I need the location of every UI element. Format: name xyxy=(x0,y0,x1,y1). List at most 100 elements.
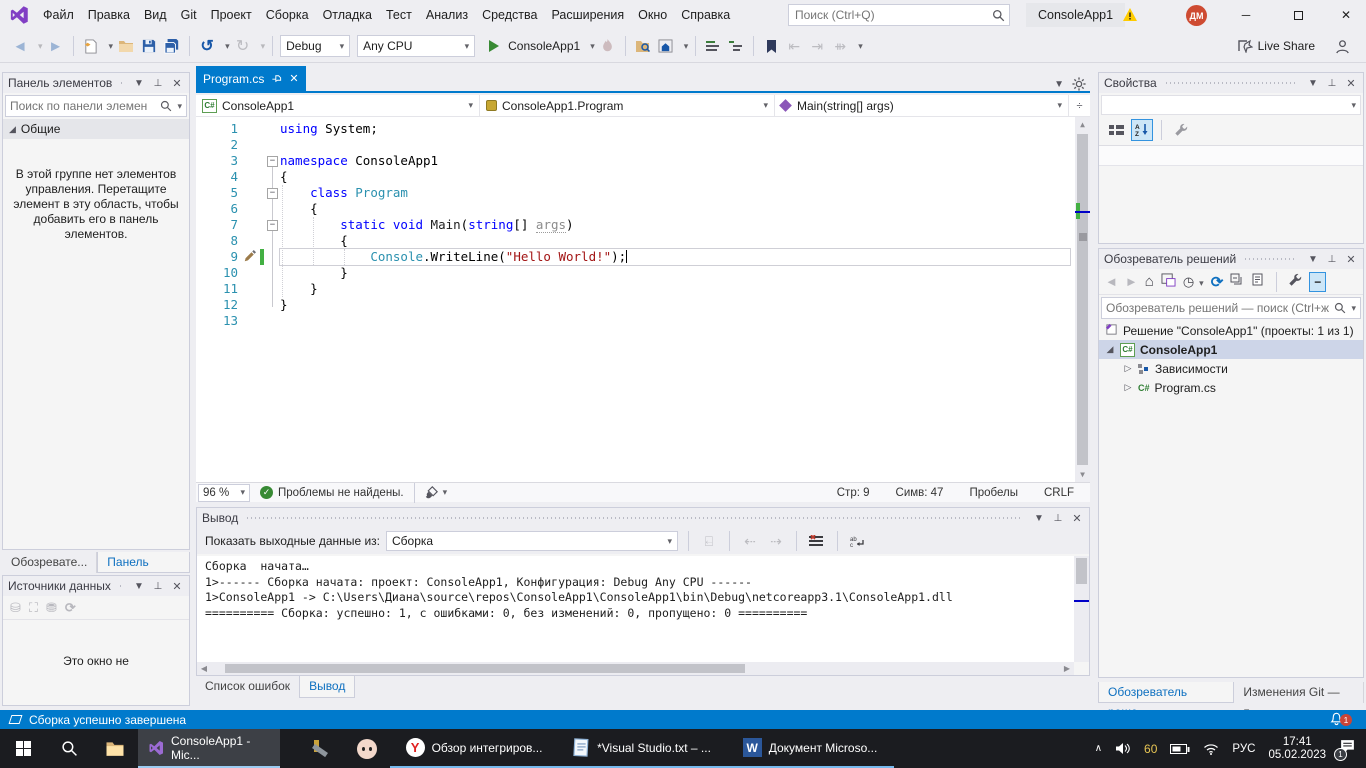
tab-output[interactable]: Вывод xyxy=(299,676,355,698)
menu-window[interactable]: Окно xyxy=(631,0,674,30)
pin-icon[interactable]: ⊥ xyxy=(1325,78,1339,89)
editor-vertical-scrollbar[interactable]: ▲ ▼ xyxy=(1075,117,1090,482)
code-line[interactable]: namespace ConsoleApp1 xyxy=(280,153,1070,169)
previous-bookmark-icon[interactable]: ⇤ xyxy=(784,35,804,57)
add-data-source-icon[interactable]: ⛁ xyxy=(10,600,21,616)
code-line[interactable]: { xyxy=(280,201,1070,217)
window-position-chevron-icon[interactable]: ▼ xyxy=(1306,78,1320,89)
taskbar-app-word[interactable]: W Документ Microso... xyxy=(726,729,894,768)
output-text[interactable]: Сборка начата…1>------ Сборка начата: пр… xyxy=(197,556,1074,662)
word-wrap-icon[interactable]: abc xyxy=(848,530,868,552)
menu-help[interactable]: Справка xyxy=(674,0,737,30)
feedback-person-icon[interactable] xyxy=(1332,35,1352,57)
menu-debug[interactable]: Отладка xyxy=(316,0,379,30)
panel-grip[interactable] xyxy=(247,516,1023,521)
scroll-right-icon[interactable]: ▶ xyxy=(1060,664,1074,673)
window-position-chevron-icon[interactable]: ▼ xyxy=(1032,513,1046,524)
new-project-icon[interactable] xyxy=(81,35,101,57)
collapse-region-icon[interactable]: − xyxy=(267,188,278,199)
property-pages-wrench-icon[interactable] xyxy=(1170,119,1192,141)
clock[interactable]: 17:41 05.02.2023 xyxy=(1268,736,1326,762)
solution-search[interactable]: ▾ xyxy=(1101,297,1361,319)
collapse-region-icon[interactable]: − xyxy=(267,220,278,231)
close-icon[interactable]: ✕ xyxy=(170,580,184,593)
menu-build[interactable]: Сборка xyxy=(259,0,316,30)
expander-expanded-icon[interactable]: ◢ xyxy=(1105,344,1115,355)
output-vertical-scrollbar[interactable] xyxy=(1074,556,1089,662)
pin-icon[interactable]: ⊥ xyxy=(1051,513,1065,524)
clear-bookmarks-icon[interactable]: ⇻ xyxy=(830,35,850,57)
code-line[interactable] xyxy=(280,313,1070,329)
scroll-down-icon[interactable]: ▼ xyxy=(1075,467,1090,482)
window-position-chevron-icon[interactable]: ▼ xyxy=(132,78,146,89)
scroll-up-icon[interactable]: ▲ xyxy=(1075,117,1090,132)
live-share-button[interactable]: Live Share xyxy=(1237,39,1329,53)
tab-server-explorer[interactable]: Обозревате... xyxy=(2,552,97,573)
switch-views-icon[interactable] xyxy=(1161,273,1176,290)
close-icon[interactable]: ✕ xyxy=(170,77,184,90)
code-line[interactable]: { xyxy=(280,169,1070,185)
forward-icon[interactable]: ► xyxy=(1125,274,1138,289)
alphabetical-sort-icon[interactable]: AZ xyxy=(1131,119,1153,141)
tree-item-solution[interactable]: Решение "ConsoleApp1" (проекты: 1 из 1) xyxy=(1099,321,1363,340)
expander-collapsed-icon[interactable]: ▷ xyxy=(1123,382,1133,393)
code-line[interactable]: } xyxy=(280,297,1070,313)
status-char[interactable]: Симв: 47 xyxy=(896,487,944,499)
code-editor[interactable]: 12345678910111213 − − − using System;nam… xyxy=(196,117,1090,482)
code-line[interactable]: } xyxy=(280,265,1070,281)
hot-reload-icon[interactable] xyxy=(598,35,618,57)
nav-project-dropdown[interactable]: C# ConsoleApp1▾ xyxy=(196,95,480,116)
output-source-combo[interactable]: Сборка▾ xyxy=(386,531,678,551)
tree-item-project-consoleapp1[interactable]: ◢ C# ConsoleApp1 xyxy=(1099,340,1363,359)
properties-wrench-icon[interactable] xyxy=(1288,273,1302,290)
code-line[interactable] xyxy=(280,137,1070,153)
code-line[interactable]: static void Main(string[] args) xyxy=(280,217,1070,233)
pin-icon[interactable]: ⊥ xyxy=(1325,254,1339,265)
window-position-chevron-icon[interactable]: ▼ xyxy=(1306,254,1320,265)
menu-extensions[interactable]: Расширения xyxy=(544,0,631,30)
edit-dataset-icon[interactable]: ⛃ xyxy=(46,600,57,616)
battery-icon[interactable] xyxy=(1170,743,1190,755)
battery-percent-indicator[interactable]: 60 xyxy=(1144,742,1157,756)
taskbar-app-notepad[interactable]: *Visual Studio.txt – ... xyxy=(558,729,726,768)
tab-solution-explorer[interactable]: Обозреватель реше... xyxy=(1098,682,1234,703)
problems-label[interactable]: Проблемы не найдены. xyxy=(278,487,404,499)
toolbox-search-input[interactable] xyxy=(10,99,160,113)
taskbar-app-visual-studio[interactable]: ConsoleApp1 - Mic... xyxy=(138,729,280,768)
pin-icon[interactable] xyxy=(271,73,282,84)
active-files-chevron-icon[interactable]: ▼ xyxy=(1054,79,1064,90)
close-icon[interactable]: ✕ xyxy=(289,72,298,85)
save-all-icon[interactable] xyxy=(162,35,182,57)
volume-icon[interactable] xyxy=(1115,742,1131,755)
minimize-button[interactable]: ─ xyxy=(1226,0,1266,30)
output-horizontal-scrollbar[interactable]: ◀ ▶ xyxy=(197,662,1074,675)
navigate-home-icon[interactable] xyxy=(656,35,676,57)
settings-gear-icon[interactable] xyxy=(1072,77,1086,91)
close-button[interactable]: ✕ xyxy=(1326,0,1366,30)
pin-icon[interactable]: ⊥ xyxy=(151,78,165,89)
tab-git-changes[interactable]: Изменения Git — п... xyxy=(1234,682,1364,703)
pending-changes-filter-icon[interactable]: ◷▾ xyxy=(1183,274,1204,290)
menu-git[interactable]: Git xyxy=(174,0,204,30)
categorized-icon[interactable] xyxy=(1105,119,1127,141)
navigate-forward-icon[interactable]: ► xyxy=(46,35,66,57)
pin-icon[interactable]: ⊥ xyxy=(151,581,165,592)
solution-configuration-combo[interactable]: Debug▾ xyxy=(280,35,350,57)
tab-program-cs[interactable]: Program.cs ✕ xyxy=(196,66,306,91)
panel-grip[interactable] xyxy=(1245,257,1297,262)
refresh-icon[interactable]: ⟳ xyxy=(65,600,76,616)
goto-message-icon[interactable]: ⍇ xyxy=(699,530,719,552)
quick-launch-input[interactable] xyxy=(795,8,992,22)
code-line[interactable]: Console.WriteLine("Hello World!"); xyxy=(280,249,1070,265)
code-cleanup-brush-icon[interactable] xyxy=(425,486,438,499)
properties-object-combo[interactable]: ▾ xyxy=(1101,95,1361,115)
menu-project[interactable]: Проект xyxy=(204,0,259,30)
refresh-icon[interactable]: ⟳ xyxy=(1211,273,1224,291)
start-button[interactable] xyxy=(0,729,46,768)
previous-message-icon[interactable]: ⇠ xyxy=(740,530,760,552)
save-icon[interactable] xyxy=(139,35,159,57)
undo-icon[interactable]: ↺ xyxy=(197,35,217,57)
collapse-region-icon[interactable]: − xyxy=(267,156,278,167)
uncomment-lines-icon[interactable] xyxy=(726,35,746,57)
menu-tools[interactable]: Средства xyxy=(475,0,544,30)
